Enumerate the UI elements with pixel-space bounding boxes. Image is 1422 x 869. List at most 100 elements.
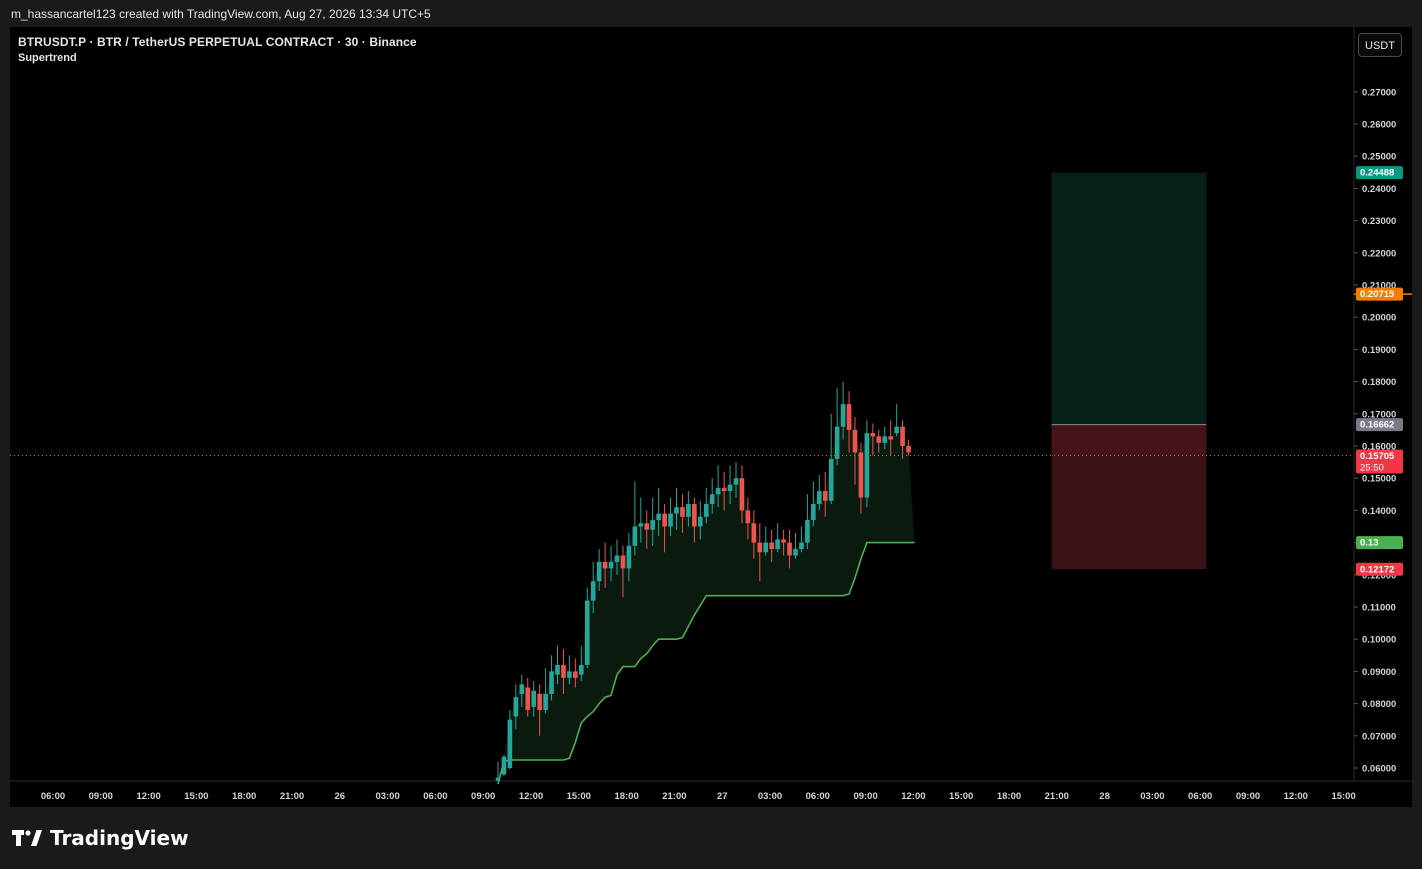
x-tick-label: 09:00 xyxy=(1236,791,1260,802)
candle xyxy=(584,600,590,665)
candle xyxy=(733,478,739,485)
price-label-text: 0.12172 xyxy=(1360,564,1394,575)
y-tick-label: 0.27000 xyxy=(1362,87,1396,98)
candle xyxy=(656,513,661,521)
candle xyxy=(822,491,828,501)
candle xyxy=(531,690,536,707)
x-tick-label: 06:00 xyxy=(806,791,830,802)
brand-name: TradingView xyxy=(50,826,189,850)
x-tick-label: 03:00 xyxy=(758,791,782,802)
x-tick-label: 09:00 xyxy=(471,791,495,802)
candle xyxy=(668,513,673,527)
y-tick-label: 0.18000 xyxy=(1362,377,1396,388)
candle xyxy=(876,436,882,443)
candle xyxy=(614,555,620,562)
x-tick-label: 27 xyxy=(717,791,728,802)
y-tick-label: 0.19000 xyxy=(1362,345,1396,356)
x-tick-label: 15:00 xyxy=(1331,791,1355,802)
tradingview-brand: TradingView xyxy=(12,826,189,850)
candle xyxy=(769,542,774,550)
candle xyxy=(495,777,501,781)
chart-panel[interactable]: 0.27000 0.26000 0.25000 0.24000 0.23000 0.220… xyxy=(10,27,1412,807)
y-tick-label: 0.14000 xyxy=(1362,506,1396,517)
x-tick-label: 12:00 xyxy=(901,791,925,802)
price-label-text: 0.20715 xyxy=(1360,289,1395,300)
candle xyxy=(817,491,822,504)
candle xyxy=(715,487,721,495)
x-tick-label: 03:00 xyxy=(375,791,399,802)
candle xyxy=(864,433,870,498)
candle xyxy=(846,404,852,430)
candle xyxy=(757,542,763,553)
supertrend-fill xyxy=(498,404,915,785)
symbol-legend[interactable]: BTRUSDT.P · BTR / TetherUS PERPETUAL CON… xyxy=(18,35,417,49)
x-tick-label: 28 xyxy=(1099,791,1110,802)
candle xyxy=(590,581,596,601)
candle xyxy=(501,756,507,775)
candle xyxy=(543,693,548,711)
candle xyxy=(799,542,804,550)
candle xyxy=(882,436,888,443)
candle xyxy=(739,478,745,511)
candle xyxy=(709,494,715,504)
x-tick-label: 15:00 xyxy=(567,791,591,802)
y-tick-label: 0.23000 xyxy=(1362,216,1396,227)
price-label-text: 0.16662 xyxy=(1360,420,1394,431)
indicator-legend-supertrend[interactable]: Supertrend xyxy=(18,52,77,64)
candle xyxy=(680,507,685,517)
y-tick-label: 0.07000 xyxy=(1362,731,1396,742)
candle xyxy=(525,687,531,711)
candle xyxy=(626,545,632,569)
price-label-text: 0.24488 xyxy=(1360,168,1394,179)
candle xyxy=(906,446,911,453)
candle xyxy=(805,520,810,543)
x-tick-label: 06:00 xyxy=(1188,791,1212,802)
y-tick-label: 0.10000 xyxy=(1362,635,1396,646)
y-tick-label: 0.08000 xyxy=(1362,699,1396,710)
candle xyxy=(781,539,786,543)
candle xyxy=(894,426,899,434)
candle xyxy=(632,526,638,546)
current-loss-zone xyxy=(1051,424,1207,456)
x-tick-label: 06:00 xyxy=(423,791,447,802)
y-tick-label: 0.20000 xyxy=(1362,313,1396,324)
x-tick-label: 18:00 xyxy=(232,791,256,802)
x-tick-label: 15:00 xyxy=(184,791,208,802)
x-tick-label: 21:00 xyxy=(1045,791,1069,802)
x-tick-label: 09:00 xyxy=(89,791,113,802)
x-tick-label: 18:00 xyxy=(614,791,638,802)
y-tick-label: 0.26000 xyxy=(1362,120,1396,131)
candle xyxy=(763,542,769,553)
x-tick-label: 12:00 xyxy=(136,791,160,802)
candle xyxy=(751,523,757,543)
price-label-text: 0.13 xyxy=(1360,538,1379,549)
candle xyxy=(507,719,513,768)
candle xyxy=(537,693,542,711)
x-tick-label: 21:00 xyxy=(280,791,304,802)
candle xyxy=(698,516,703,527)
candle xyxy=(686,503,691,517)
candle xyxy=(834,426,840,459)
price-chart[interactable]: 0.27000 0.26000 0.25000 0.24000 0.23000 0.220… xyxy=(10,27,1412,807)
y-tick-label: 0.11000 xyxy=(1362,603,1396,614)
candle xyxy=(811,503,816,521)
candle xyxy=(692,503,697,527)
candle xyxy=(561,664,566,678)
candle xyxy=(703,503,709,517)
candle xyxy=(567,671,572,678)
candle xyxy=(870,433,876,437)
x-tick-label: 18:00 xyxy=(997,791,1021,802)
take-profit-zone xyxy=(1051,172,1207,425)
y-tick-label: 0.15000 xyxy=(1362,474,1396,485)
candle xyxy=(579,664,584,675)
candle xyxy=(549,671,554,694)
candle xyxy=(787,542,792,556)
bar-countdown: 25:50 xyxy=(1360,462,1384,473)
y-tick-label: 0.22000 xyxy=(1362,248,1396,259)
x-tick-label: 06:00 xyxy=(41,791,65,802)
x-tick-label: 21:00 xyxy=(662,791,686,802)
currency-button[interactable]: USDT xyxy=(1358,33,1402,57)
x-tick-label: 12:00 xyxy=(1284,791,1308,802)
candle xyxy=(888,436,893,440)
candle xyxy=(852,429,858,453)
